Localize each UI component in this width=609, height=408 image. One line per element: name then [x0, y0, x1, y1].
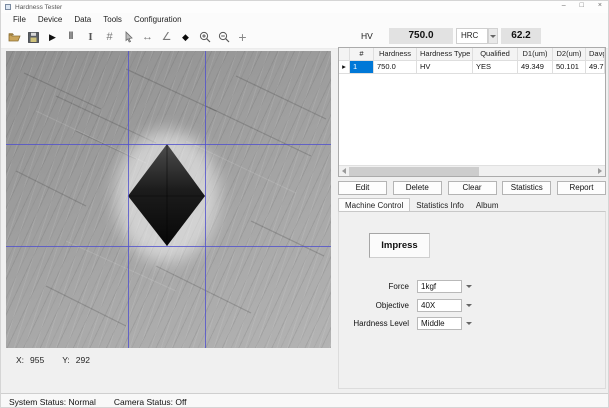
chevron-down-icon[interactable]	[466, 304, 472, 307]
horizontal-measure-icon[interactable]: ↔	[138, 28, 157, 47]
action-button-row: Edit Delete Clear Statistics Report	[338, 181, 606, 195]
zoom-out-icon[interactable]	[214, 28, 233, 47]
crosshair-icon[interactable]: +	[233, 28, 252, 47]
measure-line-vertical-left[interactable]	[128, 51, 129, 348]
col-qualified: Qualified	[473, 48, 518, 61]
measure-line-horizontal-top[interactable]	[6, 144, 331, 145]
indent-diamond-icon[interactable]: ◆	[176, 28, 195, 47]
coord-y-value: 292	[76, 355, 90, 365]
specimen-image	[6, 51, 331, 348]
objective-select[interactable]: 40X	[417, 299, 462, 312]
delete-button[interactable]: Delete	[393, 181, 442, 195]
grid-icon[interactable]: #	[100, 28, 119, 47]
menu-configuration[interactable]: Configuration	[128, 13, 188, 26]
app-icon	[5, 4, 11, 10]
window-title: Hardness Tester	[15, 4, 62, 11]
table-horizontal-scrollbar[interactable]	[339, 165, 605, 176]
cell-hardness[interactable]: 750.0	[374, 61, 417, 74]
pause-icon[interactable]: ‖	[62, 28, 81, 47]
chevron-down-icon[interactable]	[466, 322, 472, 325]
objective-label: Objective	[339, 301, 409, 310]
play-icon[interactable]: ▶	[43, 28, 62, 47]
table-header: # Hardness Hardness Type Qualified D1(um…	[339, 48, 605, 61]
cell-d1[interactable]: 49.349	[518, 61, 553, 74]
measure-line-vertical-right[interactable]	[205, 51, 206, 348]
hv-value-box: 750.0	[389, 28, 453, 44]
hardness-level-select[interactable]: Middle	[417, 317, 462, 330]
cursor-coordinates: X: 955 Y: 292	[16, 355, 96, 365]
system-status: System Status: Normal	[9, 397, 96, 407]
hv-label: HV	[361, 31, 373, 41]
open-icon[interactable]	[5, 28, 24, 47]
chevron-down-icon[interactable]	[466, 285, 472, 288]
close-button[interactable]: ×	[598, 2, 602, 9]
menu-file[interactable]: File	[7, 13, 32, 26]
impress-button[interactable]: Impress	[369, 233, 430, 258]
scrollbar-thumb[interactable]	[349, 167, 479, 176]
scale-select[interactable]: HRC	[456, 28, 488, 44]
tab-strip: Machine Control Statistics Info Album	[338, 198, 505, 212]
cell-number[interactable]: 1	[350, 61, 374, 74]
converted-value-box: 62.2	[501, 28, 541, 44]
save-icon[interactable]	[24, 28, 43, 47]
statistics-button[interactable]: Statistics	[502, 181, 551, 195]
report-button[interactable]: Report	[557, 181, 606, 195]
scale-select-arrow[interactable]	[488, 28, 498, 44]
clear-button[interactable]: Clear	[448, 181, 497, 195]
minimize-button[interactable]: –	[562, 2, 566, 9]
force-select[interactable]: 1kgf	[417, 280, 462, 293]
col-hardness-type: Hardness Type	[417, 48, 473, 61]
menu-device[interactable]: Device	[32, 13, 68, 26]
menu-data[interactable]: Data	[68, 13, 97, 26]
coord-y-label: Y:	[62, 355, 70, 365]
col-number: #	[350, 48, 374, 61]
machine-control-panel: Impress Force 1kgf Objective 40X Hardnes…	[338, 211, 606, 389]
table-row[interactable]: ▸ 1 750.0 HV YES 49.349 50.101 49.725	[339, 61, 605, 74]
cell-hardness-type[interactable]: HV	[417, 61, 473, 74]
maximize-button[interactable]: □	[580, 2, 584, 9]
status-bar: System Status: Normal Camera Status: Off	[1, 393, 609, 408]
scroll-right-icon[interactable]	[595, 166, 605, 177]
measure-line-horizontal-bottom[interactable]	[6, 246, 331, 247]
camera-view[interactable]	[6, 51, 331, 348]
zoom-in-icon[interactable]	[195, 28, 214, 47]
pointer-icon[interactable]	[119, 28, 138, 47]
edit-button[interactable]: Edit	[338, 181, 387, 195]
angle-measure-icon[interactable]: ∠	[157, 28, 176, 47]
cell-qualified[interactable]: YES	[473, 61, 518, 74]
app-window: Hardness Tester – □ × File Device Data T…	[0, 0, 609, 408]
col-d2: D2(um)	[553, 48, 586, 61]
cell-davg[interactable]: 49.725	[586, 61, 605, 74]
col-davg: Davg(um)	[586, 48, 605, 61]
coord-x-label: X:	[16, 355, 24, 365]
menu-tools[interactable]: Tools	[97, 13, 128, 26]
vertical-measure-icon[interactable]: I	[81, 28, 100, 47]
col-hardness: Hardness	[374, 48, 417, 61]
hardness-level-label: Hardness Level	[339, 319, 409, 328]
tab-machine-control[interactable]: Machine Control	[338, 198, 410, 212]
force-label: Force	[339, 282, 409, 291]
col-d1: D1(um)	[518, 48, 553, 61]
scroll-left-icon[interactable]	[339, 166, 349, 177]
title-bar: Hardness Tester – □ ×	[1, 1, 609, 13]
camera-status: Camera Status: Off	[114, 397, 187, 407]
row-selector-icon: ▸	[339, 61, 350, 74]
results-table: # Hardness Hardness Type Qualified D1(um…	[338, 47, 606, 177]
chevron-down-icon	[490, 35, 496, 38]
cell-d2[interactable]: 50.101	[553, 61, 586, 74]
menu-bar: File Device Data Tools Configuration	[1, 13, 609, 26]
coord-x-value: 955	[30, 355, 44, 365]
